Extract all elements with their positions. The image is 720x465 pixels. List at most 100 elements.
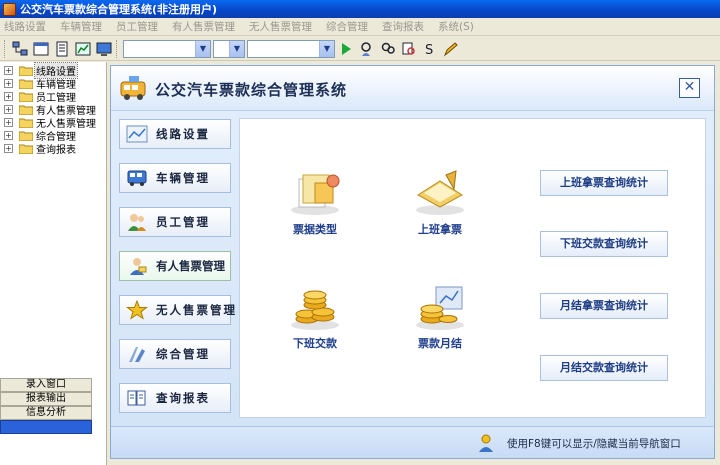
monitor-icon[interactable]	[95, 40, 113, 58]
nav-report-output[interactable]: 报表输出	[0, 392, 92, 406]
query-take-ticket-stats-button[interactable]: 上班拿票查询统计	[540, 170, 668, 196]
menu-staff-management[interactable]: 员工管理	[116, 19, 158, 34]
bus-logo-icon	[120, 76, 146, 100]
integrated-icon	[129, 347, 145, 362]
hint-user-icon	[479, 434, 493, 452]
query-monthly-ticket-stats-button[interactable]: 月结拿票查询统计	[540, 293, 668, 319]
app-icon	[3, 2, 16, 16]
expand-icon[interactable]: +	[4, 144, 13, 153]
nav-entry-window[interactable]: 录入窗口	[0, 378, 92, 392]
chevron-down-icon[interactable]: ▼	[229, 40, 244, 57]
monthly-settle-icon	[416, 286, 464, 330]
filter-combo-1[interactable]: ▼	[123, 39, 211, 58]
side-button-label: 有人售票管理	[156, 259, 225, 273]
side-button-label: 无人售票管理	[156, 303, 237, 317]
feature-shift-payment[interactable]: 下班交款	[270, 281, 360, 351]
menu-integrated-management[interactable]: 综合管理	[326, 19, 368, 34]
staff-icon	[128, 214, 146, 231]
feature-monthly-settle[interactable]: 票款月结	[395, 281, 485, 351]
filter-combo-2[interactable]: ▼	[213, 39, 245, 58]
title-bar: 公交汽车票款综合管理系统(非注册用户)	[0, 0, 720, 18]
bus-icon	[127, 170, 147, 186]
expand-icon[interactable]: +	[4, 118, 13, 127]
document-icon[interactable]	[53, 40, 71, 58]
side-button-integrated-management[interactable]: 综合管理	[119, 339, 231, 369]
menu-bar: 线路设置 车辆管理 员工管理 有人售票管理 无人售票管理 综合管理 查询报表 系…	[0, 18, 720, 36]
filter-combo-3[interactable]: ▼	[247, 39, 335, 58]
route-icon	[126, 125, 148, 143]
expand-icon[interactable]: +	[4, 79, 13, 88]
search-user-icon[interactable]	[358, 40, 376, 58]
expand-icon[interactable]: +	[4, 92, 13, 101]
feature-label: 票款月结	[418, 337, 462, 350]
window-title: 公交汽车票款综合管理系统(非注册用户)	[20, 3, 218, 16]
close-icon: ✕	[683, 79, 696, 95]
menu-query-reports[interactable]: 查询报表	[382, 19, 424, 34]
dialog-header: 公交汽车票款综合管理系统 ✕	[111, 66, 714, 111]
folder-icon	[19, 66, 33, 76]
report-icon	[127, 390, 146, 406]
nav-active-bar[interactable]	[0, 420, 92, 434]
main-dialog: 公交汽车票款综合管理系统 ✕ 线路设置 车辆管理 员工管理 有人售票管理 无人售…	[110, 65, 715, 459]
folder-icon	[19, 79, 33, 89]
folder-icon	[19, 144, 33, 154]
edit-pencil-icon[interactable]	[442, 40, 460, 58]
svg-text:S: S	[425, 43, 433, 57]
menu-route-settings[interactable]: 线路设置	[4, 19, 46, 34]
feature-label: 下班交款	[293, 337, 337, 350]
folder-icon	[19, 92, 33, 102]
side-button-label: 员工管理	[156, 215, 210, 229]
tree-item-label: 查询报表	[36, 145, 76, 156]
feature-take-ticket[interactable]: 上班拿票	[395, 167, 485, 237]
toolbar-separator	[116, 39, 119, 58]
star-icon	[126, 300, 148, 320]
side-button-label: 查询报表	[156, 391, 210, 405]
find-icon[interactable]	[400, 40, 418, 58]
menu-system[interactable]: 系统(S)	[438, 19, 474, 34]
side-button-route-settings[interactable]: 线路设置	[119, 119, 231, 149]
toolbar: ▼ ▼ ▼ S	[0, 37, 720, 61]
expand-icon[interactable]: +	[4, 131, 13, 140]
folder-icon	[19, 131, 33, 141]
side-button-label: 车辆管理	[156, 171, 210, 185]
side-button-query-reports[interactable]: 查询报表	[119, 383, 231, 413]
query-shift-payment-stats-button[interactable]: 下班交款查询统计	[540, 231, 668, 257]
take-ticket-icon	[416, 170, 464, 215]
menu-vehicle-management[interactable]: 车辆管理	[60, 19, 102, 34]
content-panel: 票据类型 上班拿票 下班交款 票款月结 上班拿票查询统计 下班交款查询统计 月结…	[239, 118, 706, 418]
navigation-tree: + 线路设置 + 车辆管理 + 员工管理 + 有人售票管理 + 无人售票管理 +…	[0, 62, 107, 376]
expand-icon[interactable]: +	[4, 66, 13, 75]
conductor-icon	[130, 258, 147, 275]
side-button-staff-management[interactable]: 员工管理	[119, 207, 231, 237]
menu-conductor-sales[interactable]: 有人售票管理	[172, 19, 235, 34]
play-icon[interactable]	[337, 40, 355, 58]
side-button-label: 线路设置	[156, 127, 210, 141]
side-button-vehicle-management[interactable]: 车辆管理	[119, 163, 231, 193]
dialog-title: 公交汽车票款综合管理系统	[155, 81, 348, 99]
footer-hint: 使用F8键可以显示/隐藏当前导航窗口	[507, 438, 681, 450]
side-button-unmanned-sales[interactable]: 无人售票管理	[119, 295, 235, 325]
network-icon[interactable]	[11, 40, 29, 58]
menu-unmanned-sales[interactable]: 无人售票管理	[249, 19, 312, 34]
chevron-down-icon[interactable]: ▼	[195, 40, 210, 57]
feature-label: 上班拿票	[418, 223, 462, 236]
chart-icon[interactable]	[74, 40, 92, 58]
close-button[interactable]: ✕	[679, 78, 700, 98]
ticket-type-icon	[291, 174, 340, 215]
window-icon[interactable]	[32, 40, 50, 58]
tree-item-query-reports[interactable]: + 查询报表	[0, 142, 106, 156]
expand-icon[interactable]: +	[4, 105, 13, 114]
query-monthly-payment-stats-button[interactable]: 月结交款查询统计	[540, 355, 668, 381]
feature-label: 票据类型	[293, 223, 337, 236]
coins-icon	[291, 290, 339, 330]
toolbar-grip[interactable]	[4, 39, 7, 58]
money-icon[interactable]: S	[421, 40, 439, 58]
side-button-conductor-sales[interactable]: 有人售票管理	[119, 251, 231, 281]
nav-info-analysis[interactable]: 信息分析	[0, 406, 92, 420]
search-group-icon[interactable]	[379, 40, 397, 58]
dialog-footer: 使用F8键可以显示/隐藏当前导航窗口	[111, 426, 714, 458]
folder-icon	[19, 118, 33, 128]
feature-ticket-type[interactable]: 票据类型	[270, 167, 360, 237]
chevron-down-icon[interactable]: ▼	[319, 40, 334, 57]
folder-icon	[19, 105, 33, 115]
